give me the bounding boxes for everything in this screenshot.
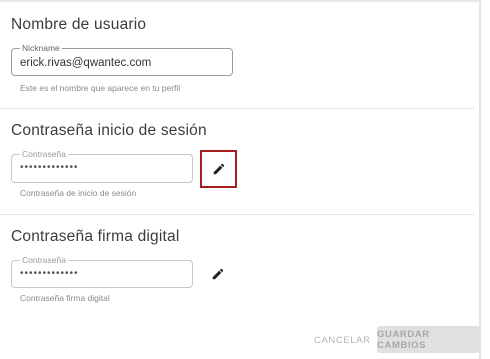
signature-password-section-title: Contraseña firma digital [11, 228, 180, 245]
username-section-title: Nombre de usuario [11, 16, 147, 33]
signature-password-field-value: ••••••••••••• [20, 268, 79, 279]
pencil-icon [213, 163, 224, 175]
signature-password-helper-text: Contraseña firma digital [20, 293, 110, 303]
cancel-button[interactable]: CANCELAR [314, 335, 371, 346]
edit-signature-password-button[interactable] [200, 256, 236, 292]
edit-login-password-button[interactable] [200, 150, 237, 188]
pencil-icon [212, 268, 224, 280]
nickname-field-value[interactable]: erick.rivas@qwantec.com [20, 57, 151, 69]
signature-password-field-label: Contraseña [20, 255, 68, 265]
signature-password-field[interactable]: Contraseña ••••••••••••• [11, 255, 193, 288]
section-divider [0, 108, 474, 109]
login-password-field-label: Contraseña [20, 149, 68, 159]
login-password-section-title: Contraseña inicio de sesión [11, 122, 207, 139]
nickname-field-label: Nickname [20, 43, 62, 53]
right-border [479, 0, 481, 359]
top-border [0, 0, 480, 2]
login-password-helper-text: Contraseña de inicio de sesión [20, 188, 137, 198]
login-password-field-value: ••••••••••••• [20, 162, 79, 173]
section-divider [0, 214, 474, 215]
nickname-field[interactable]: Nickname erick.rivas@qwantec.com [11, 43, 233, 76]
login-password-field[interactable]: Contraseña ••••••••••••• [11, 149, 193, 183]
save-changes-button[interactable]: GUARDAR CAMBIOS [377, 326, 480, 353]
nickname-helper-text: Este es el nombre que aparece en tu perf… [20, 83, 181, 93]
